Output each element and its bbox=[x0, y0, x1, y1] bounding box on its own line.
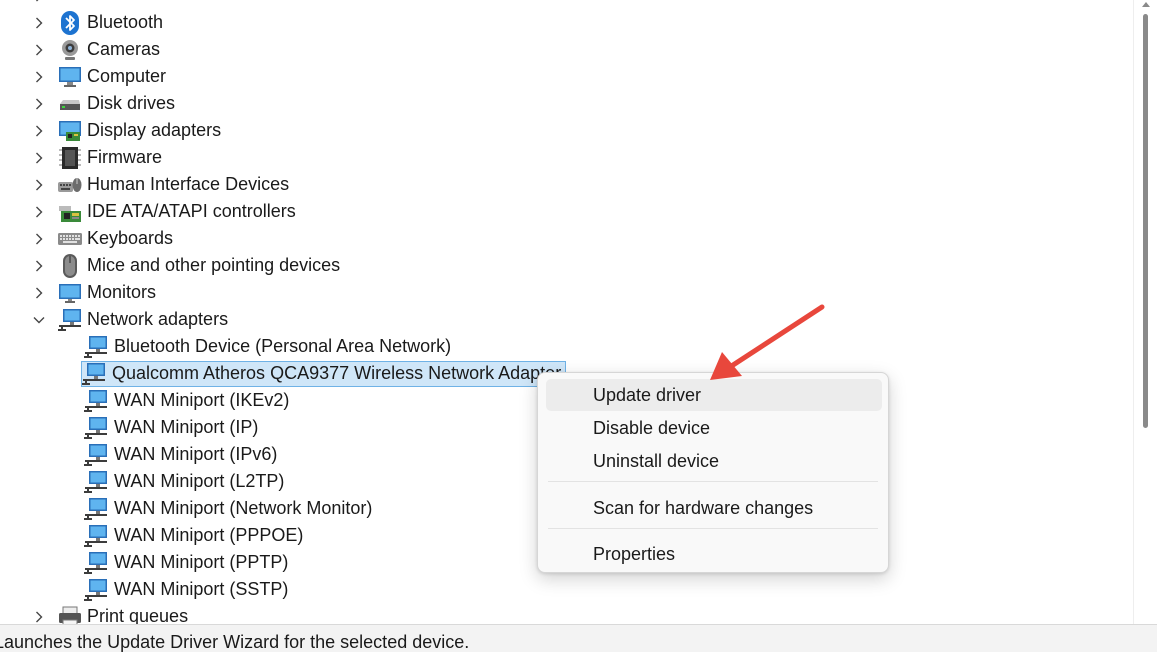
tree-item-network-device[interactable]: Bluetooth Device (Personal Area Network) bbox=[84, 333, 451, 360]
network-adapter-icon bbox=[84, 335, 108, 359]
menu-separator bbox=[548, 528, 878, 529]
tree-item-label: WAN Miniport (IP) bbox=[114, 417, 259, 437]
chevron-right-icon[interactable] bbox=[29, 171, 49, 198]
tree-category-firmware[interactable]: Firmware bbox=[29, 144, 162, 171]
chevron-right-icon[interactable] bbox=[29, 0, 49, 9]
menu-item-disable-device[interactable]: Disable device bbox=[546, 412, 882, 444]
network-adapter-icon bbox=[58, 308, 82, 332]
tree-category-label: Print queues bbox=[87, 606, 189, 624]
hid-icon bbox=[58, 173, 82, 197]
tree-item-network-device[interactable]: WAN Miniport (L2TP) bbox=[84, 468, 284, 495]
tree-item-network-device[interactable]: WAN Miniport (IP) bbox=[84, 414, 258, 441]
tree-category-label: Monitors bbox=[87, 282, 157, 302]
tree-category-disk-drives[interactable]: Disk drives bbox=[29, 90, 175, 117]
printer-icon bbox=[58, 605, 82, 624]
network-adapter-icon bbox=[84, 578, 108, 602]
annotation-arrow-icon bbox=[710, 304, 825, 380]
tree-item-label: WAN Miniport (L2TP) bbox=[114, 471, 285, 491]
tree-category-label: Computer bbox=[87, 66, 167, 86]
status-text: Launches the Update Driver Wizard for th… bbox=[0, 632, 470, 652]
network-adapter-icon bbox=[82, 362, 106, 386]
network-adapter-icon bbox=[84, 551, 108, 575]
tree-category-mice[interactable]: Mice and other pointing devices bbox=[29, 252, 340, 279]
ide-controller-icon bbox=[58, 200, 82, 224]
keyboard-icon bbox=[58, 227, 82, 251]
menu-item-properties[interactable]: Properties bbox=[546, 538, 882, 570]
firmware-icon bbox=[58, 146, 82, 170]
chevron-right-icon[interactable] bbox=[29, 279, 49, 306]
tree-category-label: Bluetooth bbox=[87, 12, 164, 32]
tree-category-label: Display adapters bbox=[87, 120, 222, 140]
tree-category-label: IDE ATA/ATAPI controllers bbox=[87, 201, 296, 221]
network-adapter-icon bbox=[84, 524, 108, 548]
tree-item-label: WAN Miniport (PPPOE) bbox=[114, 525, 304, 545]
tree-category-label: Human Interface Devices bbox=[87, 174, 290, 194]
tree-item-label: Qualcomm Atheros QCA9377 Wireless Networ… bbox=[112, 363, 562, 383]
chevron-right-icon[interactable] bbox=[29, 252, 49, 279]
tree-item-network-device-selected[interactable]: Qualcomm Atheros QCA9377 Wireless Networ… bbox=[81, 360, 567, 387]
tree-item-network-device[interactable]: WAN Miniport (IPv6) bbox=[84, 441, 277, 468]
tree-category-ide-controllers[interactable]: IDE ATA/ATAPI controllers bbox=[29, 198, 296, 225]
network-adapter-icon bbox=[84, 389, 108, 413]
tree-category-label: Keyboards bbox=[87, 228, 174, 248]
menu-item-scan-hardware-changes[interactable]: Scan for hardware changes bbox=[546, 492, 882, 524]
menu-separator bbox=[548, 481, 878, 482]
chevron-right-icon[interactable] bbox=[29, 36, 49, 63]
chevron-right-icon[interactable] bbox=[29, 144, 49, 171]
chevron-down-icon[interactable] bbox=[29, 306, 49, 333]
mouse-icon bbox=[58, 253, 82, 278]
menu-item-uninstall-device[interactable]: Uninstall device bbox=[546, 445, 882, 477]
tree-category-computer[interactable]: Computer bbox=[29, 63, 166, 90]
tree-category-label: Network adapters bbox=[87, 309, 229, 329]
status-bar: Launches the Update Driver Wizard for th… bbox=[0, 624, 1157, 652]
selection-highlight[interactable]: Qualcomm Atheros QCA9377 Wireless Networ… bbox=[81, 360, 567, 387]
tree-item-network-device[interactable]: WAN Miniport (IKEv2) bbox=[84, 387, 289, 414]
tree-item-label: Bluetooth Device (Personal Area Network) bbox=[114, 336, 452, 356]
network-adapter-icon bbox=[84, 416, 108, 440]
vertical-scrollbar[interactable] bbox=[1133, 0, 1157, 624]
tree-category-label: Mice and other pointing devices bbox=[87, 255, 341, 275]
chevron-right-icon[interactable] bbox=[29, 9, 49, 36]
disk-drive-icon bbox=[58, 92, 82, 116]
tree-item-network-device[interactable]: WAN Miniport (PPPOE) bbox=[84, 522, 303, 549]
camera-icon bbox=[58, 38, 82, 62]
tree-category-monitors[interactable]: Monitors bbox=[29, 279, 156, 306]
tree-category-label: Cameras bbox=[87, 39, 161, 59]
tree-item-label: WAN Miniport (IKEv2) bbox=[114, 390, 290, 410]
bluetooth-icon bbox=[58, 10, 82, 35]
tree-category-cameras[interactable]: Cameras bbox=[29, 36, 160, 63]
tree-item-network-device[interactable]: WAN Miniport (SSTP) bbox=[84, 576, 288, 603]
tree-category-bluetooth[interactable]: Bluetooth bbox=[29, 9, 163, 36]
tree-item-label: WAN Miniport (PPTP) bbox=[114, 552, 289, 572]
network-adapter-icon bbox=[84, 497, 108, 521]
tree-item-label: WAN Miniport (SSTP) bbox=[114, 579, 289, 599]
chevron-right-icon[interactable] bbox=[29, 117, 49, 144]
scrollbar-thumb[interactable] bbox=[1143, 14, 1148, 428]
monitor-icon bbox=[58, 281, 82, 305]
chevron-right-icon[interactable] bbox=[29, 603, 49, 624]
tree-category-label: Firmware bbox=[87, 147, 162, 167]
chevron-right-icon[interactable] bbox=[29, 63, 49, 90]
tree-category-display-adapters[interactable]: Display adapters bbox=[29, 117, 221, 144]
chevron-right-icon[interactable] bbox=[29, 198, 49, 225]
tree-item-label: WAN Miniport (IPv6) bbox=[114, 444, 278, 464]
network-adapter-icon bbox=[84, 470, 108, 494]
network-adapter-icon bbox=[84, 443, 108, 467]
display-adapter-icon bbox=[58, 119, 82, 143]
tree-category-hid[interactable]: Human Interface Devices bbox=[29, 171, 289, 198]
tree-item-label: WAN Miniport (Network Monitor) bbox=[114, 498, 373, 518]
tree-item-network-device[interactable]: WAN Miniport (PPTP) bbox=[84, 549, 288, 576]
tree-category-keyboards[interactable]: Keyboards bbox=[29, 225, 173, 252]
scroll-up-arrow-icon[interactable] bbox=[1142, 1, 1150, 9]
chevron-right-icon[interactable] bbox=[29, 90, 49, 117]
tree-category-label: Disk drives bbox=[87, 93, 176, 113]
tree-category-print-queues[interactable]: Print queues bbox=[29, 603, 188, 624]
computer-icon bbox=[58, 65, 82, 89]
chevron-right-icon[interactable] bbox=[29, 225, 49, 252]
tree-item-network-device[interactable]: WAN Miniport (Network Monitor) bbox=[84, 495, 372, 522]
context-menu: Update driver Disable device Uninstall d… bbox=[537, 372, 889, 573]
tree-category-network-adapters[interactable]: Network adapters bbox=[29, 306, 228, 333]
